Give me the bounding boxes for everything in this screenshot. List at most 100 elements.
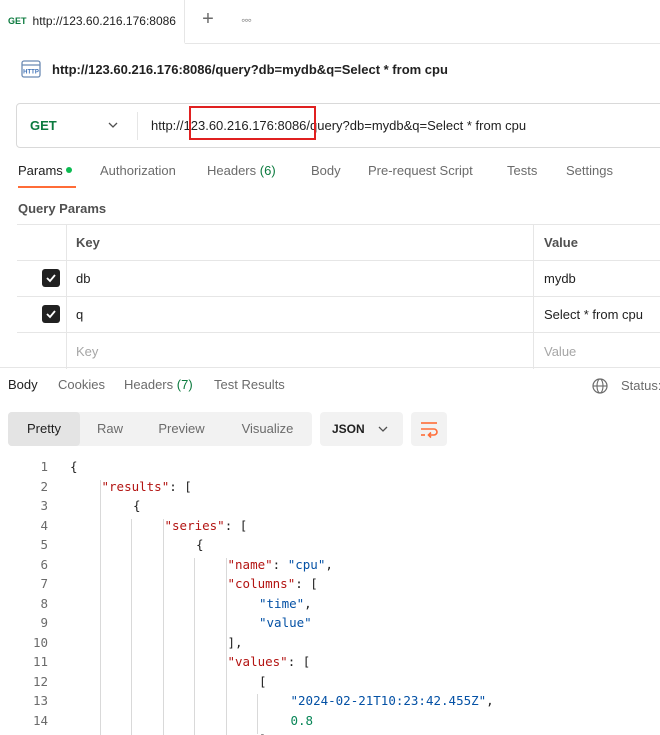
header-check-cell [17, 225, 67, 260]
code-line: "results": [ [102, 479, 192, 494]
table-header-row: Key Value [17, 225, 660, 261]
format-select[interactable]: JSON [320, 412, 403, 446]
indent-guide [194, 558, 195, 735]
wrap-lines-icon [421, 422, 438, 439]
format-value: JSON [332, 422, 365, 436]
resp-tab-headers[interactable]: Headers (7) [124, 377, 193, 392]
resp-tab-headers-count: (7) [176, 377, 193, 392]
code-token: "value" [259, 615, 312, 630]
line-number: 11 [32, 654, 48, 669]
view-mode-segment: Pretty Raw Preview Visualize [8, 412, 312, 446]
code-token: "columns" [227, 576, 296, 591]
status-label: Status: [621, 378, 660, 393]
code-token: "series" [164, 517, 225, 533]
code-line: [ [259, 674, 267, 689]
new-value-input[interactable]: Value [534, 333, 660, 369]
table-row: q Select * from cpu [17, 297, 660, 333]
table-row: db mydb [17, 261, 660, 297]
method-value: GET [30, 118, 57, 133]
param-key-input[interactable]: q [67, 297, 534, 332]
code-token: "cpu" [287, 556, 326, 572]
resp-tab-test-results[interactable]: Test Results [214, 377, 285, 392]
line-number: 7 [40, 576, 48, 591]
line-number: 1 [40, 459, 48, 474]
response-body-code[interactable]: 1{2 "results": [3{4 "series": [5{6 "name": … [0, 457, 660, 735]
code-line: { [70, 459, 78, 474]
line-number: 5 [40, 537, 48, 552]
new-key-input[interactable]: Key [67, 333, 534, 369]
view-preview-button[interactable]: Preview [140, 412, 223, 446]
resp-tab-cookies[interactable]: Cookies [58, 377, 105, 392]
http-icon-label: HTTP [23, 70, 39, 76]
add-tab-button[interactable]: + [196, 8, 220, 32]
code-line: "values": [ [228, 654, 311, 669]
code-token: { [70, 459, 78, 474]
tab-params-label: Params [18, 163, 63, 178]
code-token: : [ [169, 478, 192, 494]
code-token: "values" [227, 654, 288, 669]
param-checkbox[interactable] [42, 305, 60, 323]
tab-strip: GET http://123.60.216.176:8086 + ◦◦◦ [0, 0, 660, 44]
param-key-input[interactable]: db [67, 261, 534, 296]
indent-guide [131, 519, 132, 735]
code-token: { [196, 537, 204, 552]
code-token: ], [227, 634, 243, 650]
tab-authorization[interactable]: Authorization [100, 163, 176, 178]
param-value-input[interactable]: Select * from cpu [534, 297, 660, 332]
code-token: , [325, 556, 333, 572]
code-token: : [ [224, 517, 248, 533]
code-line: { [133, 498, 141, 513]
code-token: { [133, 498, 141, 513]
code-line: { [196, 537, 204, 552]
request-tab[interactable]: GET http://123.60.216.176:8086 [0, 0, 185, 44]
more-tabs-icon[interactable]: ◦◦◦ [234, 8, 258, 32]
tab-prerequest-script[interactable]: Pre-request Script [368, 163, 473, 178]
tab-body[interactable]: Body [311, 163, 341, 178]
url-bar: GET http://123.60.216.176:8086/query?db=… [16, 103, 660, 148]
wrap-lines-button[interactable] [411, 412, 447, 446]
view-visualize-button[interactable]: Visualize [223, 412, 312, 446]
indent-guide [257, 694, 258, 734]
line-number: 8 [40, 595, 48, 611]
url-divider [137, 112, 138, 140]
line-number: 13 [32, 693, 48, 708]
code-line: "name": "cpu", [228, 557, 333, 572]
code-token: : [272, 556, 288, 572]
tab-settings[interactable]: Settings [566, 163, 613, 178]
request-title: http://123.60.216.176:8086/query?db=mydb… [52, 62, 448, 77]
code-token: [ [259, 673, 267, 689]
http-icon: HTTP [21, 60, 41, 78]
code-token: 0.8 [290, 712, 314, 728]
code-token: "time" [259, 595, 305, 611]
indent-guide [163, 519, 164, 735]
code-token: "2024-02-21T10:23:42.455Z" [290, 693, 487, 708]
code-token: "name" [227, 556, 273, 572]
code-line: ], [228, 635, 243, 650]
resp-tab-headers-label: Headers [124, 377, 174, 392]
code-token: , [304, 595, 312, 611]
view-raw-button[interactable]: Raw [80, 412, 140, 446]
line-number: 9 [40, 615, 48, 630]
param-value-input[interactable]: mydb [534, 261, 660, 296]
line-number: 3 [40, 498, 48, 513]
tab-headers[interactable]: Headers (6) [207, 163, 276, 178]
param-checkbox[interactable] [42, 269, 60, 287]
method-select[interactable]: GET [17, 104, 137, 147]
tab-headers-count: (6) [259, 163, 276, 178]
line-number: 12 [32, 673, 48, 689]
query-params-table: Key Value db mydb q Select * from cpu Ke… [17, 224, 660, 369]
code-token: "results" [101, 478, 170, 494]
line-number: 2 [40, 478, 48, 494]
code-line: "value" [259, 615, 312, 630]
row-check-cell [17, 261, 67, 296]
tab-params[interactable]: Params [18, 163, 72, 178]
globe-icon[interactable] [591, 377, 609, 395]
view-pretty-button[interactable]: Pretty [8, 412, 80, 446]
code-line: 0.8 [291, 713, 314, 728]
tab-method-label: GET [8, 16, 27, 26]
resp-tab-body[interactable]: Body [8, 377, 38, 392]
table-row-empty: Key Value [17, 333, 660, 369]
annotation-highlight [189, 106, 316, 140]
code-line: "time", [259, 596, 312, 611]
tab-tests[interactable]: Tests [507, 163, 537, 178]
